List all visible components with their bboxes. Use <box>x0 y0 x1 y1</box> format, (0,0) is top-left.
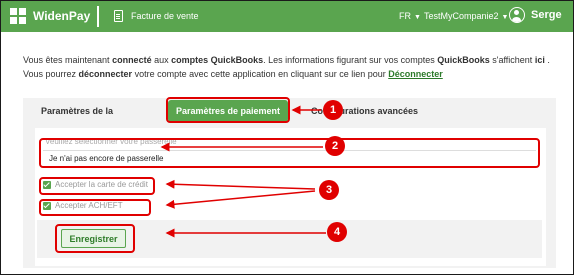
disconnect-link[interactable]: Déconnecter <box>388 69 443 79</box>
annotation-badge-2: 2 <box>325 136 345 156</box>
info-bold: connecté <box>112 55 152 65</box>
info-bold: comptes QuickBooks <box>171 55 264 65</box>
info-text: aux <box>151 55 172 65</box>
company-label: TestMyCompanie2 <box>424 11 499 21</box>
info-text: s'affichent <box>489 55 535 65</box>
company-selector[interactable]: TestMyCompanie2 ▼ <box>424 11 508 21</box>
annotation-box-ach <box>39 199 151 216</box>
chevron-down-icon: ▼ <box>414 14 421 21</box>
connection-info-text: Vous êtes maintenant connecté aux compte… <box>23 53 553 81</box>
annotation-box-gateway <box>39 138 540 168</box>
info-text: . Les informations figurant sur vos comp… <box>263 55 438 65</box>
header-divider <box>97 6 99 27</box>
annotation-badge-3: 3 <box>319 180 339 200</box>
chevron-down-icon: ▼ <box>501 14 509 21</box>
top-bar: WidenPay Facture de vente FR ▼ TestMyComp… <box>1 1 573 32</box>
document-icon <box>114 10 123 22</box>
language-label: FR <box>399 11 411 21</box>
user-name[interactable]: Serge <box>531 9 562 21</box>
brand-name: WidenPay <box>33 9 91 23</box>
logo-grid-icon <box>10 8 28 26</box>
language-selector[interactable]: FR ▼ <box>399 11 421 21</box>
info-text: Vous êtes maintenant <box>23 55 113 65</box>
info-bold: ici <box>534 55 545 65</box>
page-title[interactable]: Facture de vente <box>131 11 199 21</box>
annotation-badge-4: 4 <box>327 222 347 242</box>
user-avatar-icon[interactable] <box>509 7 525 23</box>
info-text: votre compte avec cette application en c… <box>132 69 389 79</box>
app-window: WidenPay Facture de vente FR ▼ TestMyComp… <box>0 0 574 275</box>
annotation-box-payment-tab <box>166 97 290 123</box>
tab-company-settings[interactable]: Paramètres de la compagnie <box>41 100 161 138</box>
annotation-box-save <box>55 224 135 253</box>
annotation-box-credit-card <box>39 177 155 195</box>
info-bold: QuickBooks <box>437 55 490 65</box>
info-bold: déconnecter <box>78 69 133 79</box>
annotation-badge-1: 1 <box>323 100 343 120</box>
